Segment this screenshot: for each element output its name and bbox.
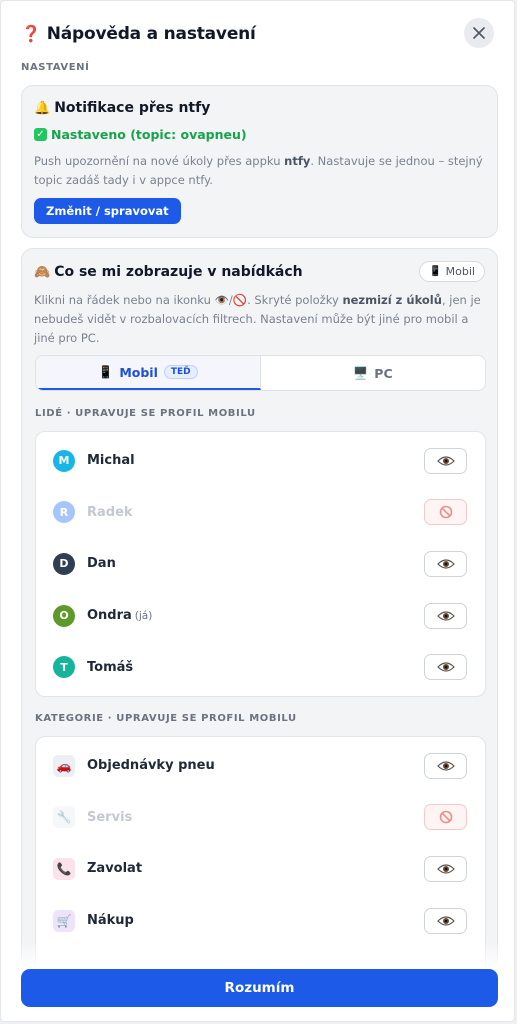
tab-pc[interactable]: 🖥️ PC <box>261 356 485 390</box>
visibility-toggle-visible[interactable] <box>424 752 467 779</box>
visibility-title: 🙈 Co se mi zobrazuje v nabídkách <box>34 264 303 280</box>
avatar: M <box>53 449 75 472</box>
device-chip-label: Mobil <box>445 265 475 278</box>
people-list: M Michal R Radek D Dan O Ondra (já) T Tomáš <box>35 431 486 697</box>
visibility-toggle-hidden[interactable] <box>424 804 467 831</box>
device-chip: 📱 Mobil <box>419 261 485 282</box>
close-button[interactable] <box>464 18 494 48</box>
visibility-description: Klikni na řádek nebo na ikonku 👁️/🚫. Skr… <box>34 291 484 348</box>
bell-icon: 🔔 <box>34 100 51 116</box>
wrench-icon: 🔧 <box>53 806 75 829</box>
eye-icon <box>436 610 455 621</box>
eye-icon <box>436 559 455 569</box>
ntfy-manage-button[interactable]: Změnit / spravovat <box>34 198 181 224</box>
tab-mobil[interactable]: 📱 Mobil TEĎ <box>36 356 261 390</box>
row-label-text: Nákup <box>87 913 134 929</box>
person-name: Michal <box>87 453 135 468</box>
person-row[interactable]: O Ondra (já) <box>36 590 485 642</box>
eye-icon <box>436 864 455 874</box>
category-row[interactable]: 📞 Zavolat <box>36 843 485 895</box>
person-note: (já) <box>134 610 153 623</box>
cart-icon: 🛒 <box>53 909 75 932</box>
visibility-toggle-visible[interactable] <box>424 654 467 681</box>
category-name: Servis <box>87 810 132 825</box>
mobile-icon: 📱 <box>98 365 114 379</box>
person-name: Radek <box>87 505 133 520</box>
phone-icon: 📞 <box>53 857 75 880</box>
understand-button[interactable]: Rozumím <box>21 969 498 1007</box>
ntfy-card: 🔔 Notifikace přes ntfy ✓ Nastaveno (topic:… <box>21 85 498 238</box>
ntfy-status-text: Nastaveno (topic: ovapneu) <box>51 127 247 142</box>
mobile-icon: 📱 <box>429 266 442 277</box>
person-row[interactable]: R Radek <box>36 487 485 539</box>
ntfy-status: ✓ Nastaveno (topic: ovapneu) <box>34 127 247 142</box>
visibility-toggle-visible[interactable] <box>424 602 467 629</box>
scroll-fade <box>1 941 514 969</box>
eye-icon <box>436 456 455 466</box>
car-icon: 🚗 <box>53 754 75 777</box>
category-name: Nákup <box>87 913 134 928</box>
row-label-text: Zavolat <box>87 861 143 877</box>
visibility-toggle-visible[interactable] <box>424 550 467 577</box>
monkey-icon: 🙈 <box>34 264 51 280</box>
tab-pc-label: PC <box>374 365 393 381</box>
visibility-title-text: Co se mi zobrazuje v nabídkách <box>54 264 303 280</box>
question-mark-icon: ❓ <box>21 24 41 43</box>
avatar: T <box>53 656 75 679</box>
row-label-text: Michal <box>87 453 135 469</box>
eye-icon <box>436 915 455 926</box>
help-settings-panel: ❓ Nápověda a nastavení NASTAVENÍ 🔔 Notifik… <box>0 0 515 1022</box>
person-row[interactable]: D Dan <box>36 538 485 590</box>
category-row[interactable]: 🔧 Servis <box>36 792 485 844</box>
hidden-icon <box>439 506 452 519</box>
eye-icon <box>436 761 455 771</box>
row-label-text: Objednávky pneu <box>87 758 215 774</box>
hidden-icon <box>439 811 452 824</box>
close-icon <box>473 27 485 39</box>
row-label-text: Radek <box>87 504 133 520</box>
ntfy-title-text: Notifikace přes ntfy <box>54 100 211 116</box>
eye-icon <box>436 662 455 672</box>
settings-section-label: NASTAVENÍ <box>21 62 90 73</box>
header: ❓ Nápověda a nastavení <box>21 18 494 48</box>
people-section-label: LIDÉ · UPRAVUJE SE PROFIL MOBILU <box>35 408 256 419</box>
category-row[interactable]: 🚗 Objednávky pneu <box>36 740 485 792</box>
person-row[interactable]: T Tomáš <box>36 641 485 693</box>
visibility-card: 🙈 Co se mi zobrazuje v nabídkách 📱 Mobil K… <box>21 248 498 996</box>
current-badge: TEĎ <box>163 365 198 379</box>
row-label-text: Dan <box>87 556 116 572</box>
ntfy-desc-bold: ntfy <box>284 154 311 168</box>
avatar: R <box>53 501 75 524</box>
visibility-toggle-hidden[interactable] <box>424 499 467 526</box>
category-name: Objednávky pneu <box>87 758 215 773</box>
avatar: O <box>53 604 75 627</box>
visibility-desc-bold: nezmizí z úkolů <box>342 293 442 307</box>
page-title-text: Nápověda a nastavení <box>46 24 256 44</box>
avatar: D <box>53 552 75 575</box>
page-title: ❓ Nápověda a nastavení <box>21 24 256 44</box>
category-row[interactable]: 🛒 Nákup <box>36 895 485 947</box>
visibility-toggle-visible[interactable] <box>424 907 467 934</box>
visibility-desc-part: Klikni na řádek nebo na ikonku 👁️/🚫. Skr… <box>34 293 343 307</box>
category-name: Zavolat <box>87 861 142 876</box>
device-tabs: 📱 Mobil TEĎ 🖥️ PC <box>35 355 486 391</box>
visibility-toggle-visible[interactable] <box>424 447 467 474</box>
tab-mobil-label: Mobil <box>119 364 158 380</box>
person-name: Ondra (já) <box>87 608 152 623</box>
desktop-icon: 🖥️ <box>353 366 369 380</box>
ntfy-title: 🔔 Notifikace přes ntfy <box>34 100 210 116</box>
categories-section-label: KATEGORIE · UPRAVUJE SE PROFIL MOBILU <box>35 713 297 724</box>
visibility-toggle-visible[interactable] <box>424 855 467 882</box>
check-icon: ✓ <box>34 128 47 141</box>
ntfy-desc-part: Push upozornění na nové úkoly přes appku <box>34 154 285 168</box>
row-label-text: Servis <box>87 809 133 825</box>
row-label-text: Ondra <box>87 608 132 624</box>
ntfy-description: Push upozornění na nové úkoly přes appku… <box>34 152 484 190</box>
person-row[interactable]: M Michal <box>36 435 485 487</box>
person-name: Tomáš <box>87 660 133 675</box>
person-name: Dan <box>87 556 116 571</box>
row-label-text: Tomáš <box>87 659 134 675</box>
